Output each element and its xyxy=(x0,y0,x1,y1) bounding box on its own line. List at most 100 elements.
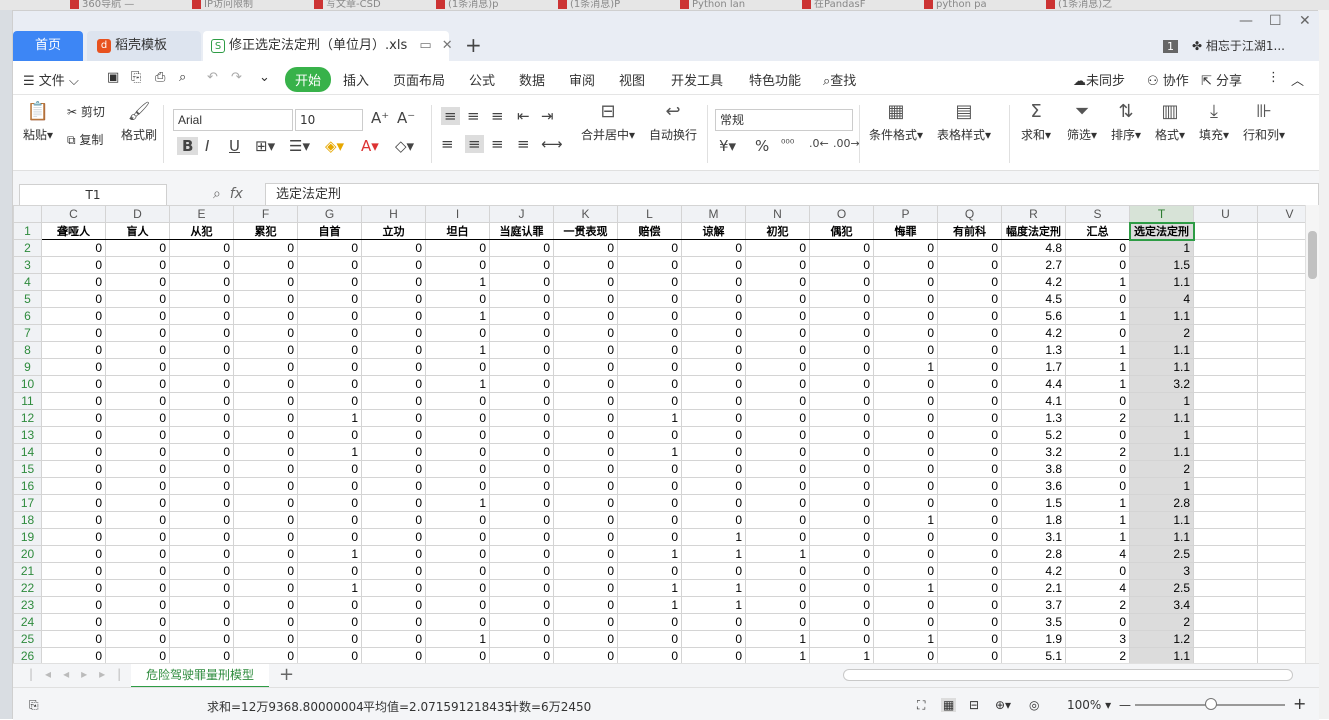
table-cell[interactable]: 0 xyxy=(169,392,234,410)
table-cell[interactable]: 0 xyxy=(553,307,618,325)
table-cell[interactable] xyxy=(1193,392,1258,410)
table-cell[interactable] xyxy=(1193,477,1258,495)
row-header[interactable]: 9 xyxy=(13,358,42,376)
table-cell[interactable]: 0 xyxy=(105,426,170,444)
table-cell[interactable]: 0 xyxy=(809,460,874,478)
table-cell[interactable]: 0 xyxy=(617,613,682,631)
table-cell[interactable]: 1 xyxy=(873,358,938,376)
distribute-icon[interactable]: ⟷ xyxy=(541,135,563,153)
table-cell[interactable] xyxy=(1257,613,1305,631)
table-cell[interactable]: 0 xyxy=(41,562,106,580)
sheet-nav-arrows[interactable]: |◂◂▸▸| xyxy=(29,667,133,681)
menu-item-features[interactable]: 特色功能 xyxy=(749,70,801,89)
table-cell[interactable]: 0 xyxy=(169,596,234,614)
table-cell[interactable]: 0 xyxy=(553,630,618,648)
table-cell[interactable]: 0 xyxy=(873,647,938,663)
table-cell[interactable]: 0 xyxy=(553,324,618,342)
filter-button[interactable]: ⏷ 筛选▾ xyxy=(1067,101,1097,143)
tab-document[interactable]: S 修正选定法定刑（单位月）.xls ▭ ✕ xyxy=(203,31,453,61)
table-cell[interactable]: 0 xyxy=(41,290,106,308)
table-style-button[interactable]: ▤ 表格样式▾ xyxy=(937,101,991,143)
header-cell[interactable] xyxy=(1257,222,1305,240)
table-cell[interactable]: 5.1 xyxy=(1001,647,1066,663)
table-cell[interactable]: 0 xyxy=(745,341,810,359)
table-cell[interactable]: 0 xyxy=(105,392,170,410)
table-cell[interactable]: 0 xyxy=(1065,239,1130,257)
table-cell[interactable]: 0 xyxy=(681,341,746,359)
horizontal-scrollbar[interactable] xyxy=(843,669,1293,681)
table-cell[interactable]: 0 xyxy=(233,239,298,257)
macro-icon[interactable]: ⎘ xyxy=(29,698,39,713)
table-cell[interactable]: 2 xyxy=(1065,443,1130,461)
menu-item-data[interactable]: 数据 xyxy=(519,70,545,89)
table-cell[interactable]: 0 xyxy=(105,477,170,495)
table-cell[interactable]: 0 xyxy=(41,613,106,631)
header-cell[interactable]: 从犯 xyxy=(169,222,234,240)
table-cell[interactable]: 0 xyxy=(937,426,1002,444)
table-cell[interactable]: 0 xyxy=(681,443,746,461)
table-cell[interactable]: 0 xyxy=(489,562,554,580)
table-cell[interactable]: 0 xyxy=(169,358,234,376)
table-cell[interactable]: 0 xyxy=(489,460,554,478)
table-cell[interactable]: 0 xyxy=(105,494,170,512)
table-cell[interactable]: 0 xyxy=(169,613,234,631)
table-cell[interactable]: 0 xyxy=(617,239,682,257)
table-cell[interactable]: 0 xyxy=(489,273,554,291)
table-cell[interactable]: 0 xyxy=(41,511,106,529)
table-cell[interactable]: 4.2 xyxy=(1001,324,1066,342)
table-cell[interactable]: 0 xyxy=(297,392,362,410)
table-cell[interactable]: 0 xyxy=(809,443,874,461)
table-cell[interactable]: 0 xyxy=(105,528,170,546)
copy-button[interactable]: ⧉ 复制 xyxy=(67,131,103,148)
table-cell[interactable]: 0 xyxy=(361,630,426,648)
table-cell[interactable]: 1 xyxy=(681,579,746,597)
data-table[interactable]: CDEFGHIJKLMNOPQRSTUV 1 聋哑人 盲人 从犯 累犯 自首 立功 坦白 当庭认… xyxy=(13,205,1305,663)
column-header[interactable]: H xyxy=(361,205,426,223)
table-cell[interactable]: 0 xyxy=(809,307,874,325)
table-cell[interactable]: 0 xyxy=(873,613,938,631)
table-cell[interactable]: 0 xyxy=(41,358,106,376)
column-header[interactable]: K xyxy=(553,205,618,223)
table-cell[interactable] xyxy=(1257,307,1305,325)
table-cell[interactable]: 0 xyxy=(233,579,298,597)
name-box[interactable]: T1 xyxy=(19,184,167,206)
table-cell[interactable] xyxy=(1257,392,1305,410)
merge-center-button[interactable]: ⊟ 合并居中▾ xyxy=(581,101,635,143)
table-cell[interactable]: 1.5 xyxy=(1129,256,1194,274)
sheet-tab[interactable]: 危险驾驶罪量刑模型 xyxy=(131,664,269,688)
table-cell[interactable]: 0 xyxy=(489,647,554,663)
row-header[interactable]: 8 xyxy=(13,341,42,359)
table-cell[interactable] xyxy=(1257,494,1305,512)
tab-template[interactable]: d 稻壳模板 xyxy=(87,31,201,61)
table-cell[interactable]: 2.1 xyxy=(1001,579,1066,597)
table-cell[interactable]: 0 xyxy=(489,477,554,495)
table-cell[interactable]: 3.8 xyxy=(1001,460,1066,478)
table-cell[interactable]: 1 xyxy=(617,579,682,597)
table-cell[interactable]: 0 xyxy=(489,443,554,461)
table-cell[interactable]: 0 xyxy=(681,307,746,325)
table-cell[interactable]: 4 xyxy=(1065,545,1130,563)
table-cell[interactable]: 4.5 xyxy=(1001,290,1066,308)
row-header[interactable]: 25 xyxy=(13,630,42,648)
table-cell[interactable]: 0 xyxy=(169,443,234,461)
table-cell[interactable]: 0 xyxy=(681,256,746,274)
table-cell[interactable]: 0 xyxy=(41,273,106,291)
menu-item-view[interactable]: 视图 xyxy=(619,70,645,89)
table-cell[interactable]: 0 xyxy=(361,358,426,376)
table-cell[interactable]: 0 xyxy=(169,630,234,648)
table-cell[interactable]: 0 xyxy=(873,341,938,359)
table-cell[interactable]: 1 xyxy=(1065,307,1130,325)
table-cell[interactable]: 0 xyxy=(681,460,746,478)
table-cell[interactable]: 0 xyxy=(937,290,1002,308)
table-cell[interactable]: 0 xyxy=(105,358,170,376)
table-cell[interactable]: 1 xyxy=(809,647,874,663)
menu-item-formula[interactable]: 公式 xyxy=(469,70,495,89)
table-cell[interactable]: 0 xyxy=(233,460,298,478)
table-cell[interactable]: 0 xyxy=(105,511,170,529)
decrease-font-icon[interactable]: A⁻ xyxy=(397,109,415,127)
table-cell[interactable]: 0 xyxy=(1065,460,1130,478)
print-icon[interactable]: ⎙ xyxy=(155,70,165,85)
table-cell[interactable]: 0 xyxy=(425,613,490,631)
fill-color-icon[interactable]: ◈▾ xyxy=(325,137,344,155)
table-cell[interactable]: 1 xyxy=(681,545,746,563)
